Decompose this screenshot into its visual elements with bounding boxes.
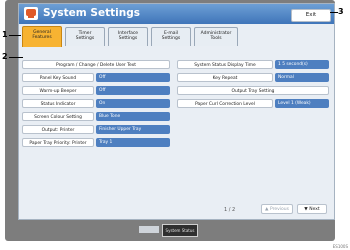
screen-colour-setting-value: Blue Tone xyxy=(96,112,170,121)
status-indicator-value: On xyxy=(96,99,170,108)
exit-button[interactable]: Exit xyxy=(291,9,331,22)
paper-tray-priority-value: Tray 1 xyxy=(96,138,170,147)
screen-colour-setting-button[interactable]: Screen Colour Setting xyxy=(22,112,94,121)
callout-2: 2 xyxy=(2,52,8,61)
next-label: Next xyxy=(309,207,320,212)
callout-3: 3 xyxy=(338,7,344,16)
page-indicator: 1 / 2 xyxy=(224,207,236,213)
next-button[interactable]: ▼ Next xyxy=(297,204,327,214)
callout-1: 1 xyxy=(2,30,8,39)
system-status-display-time-value: 1 5 second(s) xyxy=(275,60,329,69)
tab-label-line2: Settings xyxy=(118,36,138,42)
system-settings-icon xyxy=(24,7,38,20)
callout-2-leader xyxy=(9,57,23,58)
output-printer-button[interactable]: Output: Printer xyxy=(22,125,94,134)
tab-label-line2: Settings xyxy=(75,36,95,42)
settings-screen: System Settings Exit General Features Ti… xyxy=(18,3,335,220)
tab-interface-settings[interactable]: Interface Settings xyxy=(108,27,148,46)
output-printer-value: Finisher Upper Tray xyxy=(96,125,170,134)
tab-bar: General Features Timer Settings Interfac… xyxy=(19,24,334,48)
key-repeat-value: Normal xyxy=(275,73,329,82)
tab-label-line2: Features xyxy=(32,35,52,41)
title-bar: System Settings Exit xyxy=(19,4,334,24)
output-tray-setting-button[interactable]: Output Tray Setting xyxy=(177,86,329,95)
system-status-button[interactable]: System Status xyxy=(162,224,198,237)
tab-label-line2: Settings xyxy=(161,36,181,42)
warm-up-beeper-button[interactable]: Warm-up Beeper xyxy=(22,86,94,95)
panel-footer: System Status xyxy=(5,222,335,239)
tab-general-features[interactable]: General Features xyxy=(22,26,62,47)
status-icon xyxy=(139,226,159,233)
tab-administrator-tools[interactable]: Administrator Tools xyxy=(194,27,238,46)
panel-key-sound-value: Off xyxy=(96,73,170,82)
paper-curl-correction-value: Level 1 (Weak) xyxy=(275,99,329,108)
tab-label-line2: Tools xyxy=(210,36,222,42)
warm-up-beeper-value: Off xyxy=(96,86,170,95)
paper-curl-correction-button[interactable]: Paper Curl Correction Level xyxy=(177,99,273,108)
status-indicator-button[interactable]: Status Indicator xyxy=(22,99,94,108)
image-id: ES100S xyxy=(332,244,348,249)
callout-3-leader xyxy=(330,12,338,13)
key-repeat-button[interactable]: Key Repeat xyxy=(177,73,273,82)
page-title: System Settings xyxy=(43,7,140,19)
previous-button[interactable]: ▲ Previous xyxy=(261,204,293,214)
callout-1-leader xyxy=(9,35,21,36)
panel-key-sound-button[interactable]: Panel Key Sound xyxy=(22,73,94,82)
previous-label: Previous xyxy=(269,207,289,212)
tab-timer-settings[interactable]: Timer Settings xyxy=(65,27,105,46)
tab-email-settings[interactable]: E-mail Settings xyxy=(151,27,191,46)
program-user-text-button[interactable]: Program / Change / Delete User Text xyxy=(22,60,170,69)
paper-tray-priority-button[interactable]: Paper Tray Priority: Printer xyxy=(22,138,94,147)
system-status-display-time-button[interactable]: System Status Display Time xyxy=(177,60,273,69)
settings-content: Program / Change / Delete User Text Pane… xyxy=(19,48,334,219)
